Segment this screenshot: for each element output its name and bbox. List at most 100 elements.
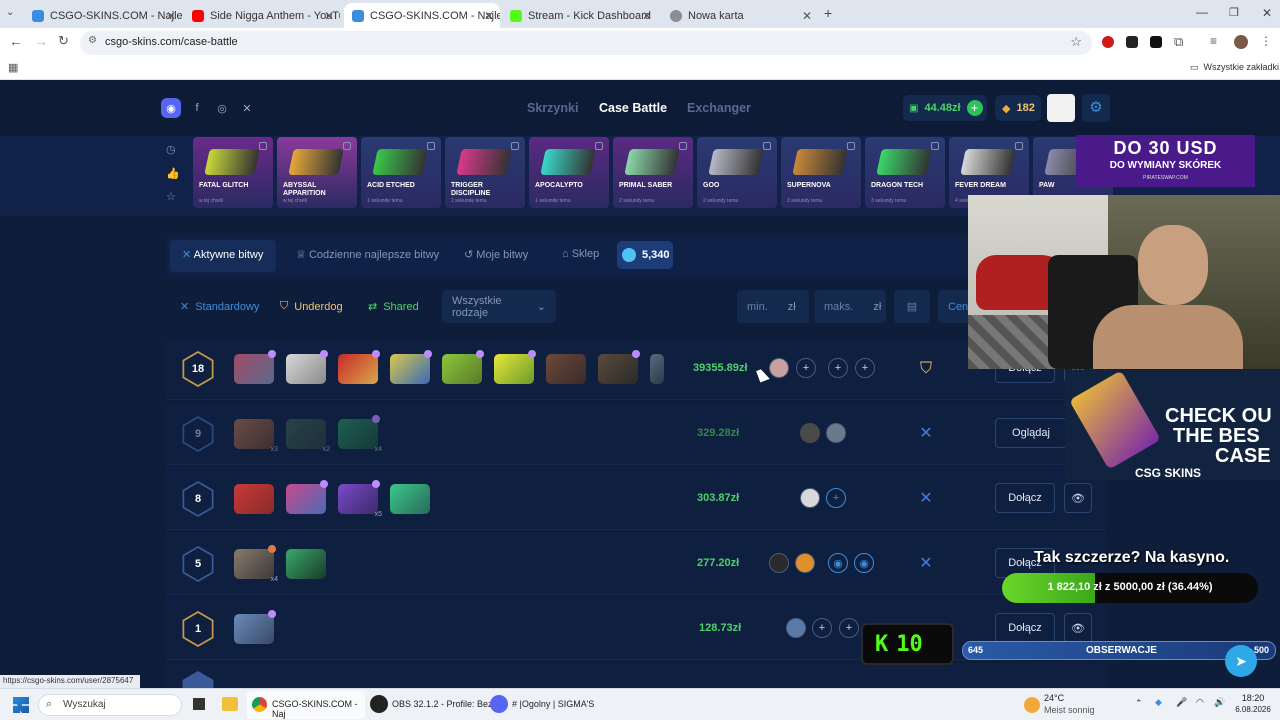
clock-date[interactable]: 6.08.2026 <box>1228 705 1278 714</box>
live-drop-card[interactable]: FATAL GLITCH w tej chwili <box>193 137 273 208</box>
join-slot-plus-icon[interactable]: + <box>839 618 859 638</box>
live-drop-card[interactable]: SUPERNOVA 3 sekundy temu <box>781 137 861 208</box>
deposit-plus-icon[interactable]: + <box>966 100 983 116</box>
clock-time[interactable]: 18:20 <box>1233 693 1273 703</box>
extensions-puzzle-icon[interactable]: ⧉ <box>1174 34 1183 50</box>
nav-exchanger[interactable]: Exchanger <box>687 101 751 115</box>
balance-box[interactable]: ▣ 44.48zł + <box>903 95 987 121</box>
browser-tab-4[interactable]: Stream - Kick Dashboard ✕ <box>502 3 658 28</box>
min-price-input[interactable]: min. zł <box>737 290 809 323</box>
live-drop-card[interactable]: TRIGGER DISCIPLINE 1 sekundę temu <box>445 137 525 208</box>
close-window-icon[interactable]: ✕ <box>1262 6 1272 20</box>
taskbar-search[interactable]: ⌕ Wyszukaj <box>38 694 182 716</box>
tray-app-icon[interactable]: ◆ <box>1155 697 1162 708</box>
nav-case-battle[interactable]: Case Battle <box>599 101 667 115</box>
star-icon[interactable]: ☆ <box>166 190 176 203</box>
live-drop-card[interactable]: ACID ETCHED 1 sekundę temu <box>361 137 441 208</box>
player-avatar[interactable] <box>795 553 815 573</box>
file-explorer-icon[interactable] <box>222 697 238 711</box>
filter-shared[interactable]: ⇄ Shared <box>358 290 429 323</box>
thumbs-up-icon[interactable]: 👍 <box>166 167 180 180</box>
browser-tab-1[interactable]: CSGO-SKINS.COM - Najlepsze ✕ <box>24 3 182 28</box>
join-button[interactable]: Dołącz <box>995 483 1055 513</box>
back-icon[interactable]: ← <box>9 33 23 49</box>
calendar-icon[interactable]: ▤ <box>894 290 930 323</box>
obs-icon[interactable] <box>370 695 388 713</box>
browser-tab-3-active[interactable]: CSGO-SKINS.COM - Najlepsze ✕ <box>344 3 500 28</box>
join-slot-plus-icon[interactable]: + <box>828 358 848 378</box>
bot-slot-icon[interactable]: ◉ <box>854 553 874 573</box>
live-drop-card[interactable]: DRAGON TECH 3 sekundy temu <box>865 137 945 208</box>
tray-chevron-icon[interactable]: ⌃ <box>1135 698 1143 709</box>
battle-row-3[interactable]: 8 x5 303.87zł + ✕ Dołącz 👁 <box>166 468 1106 530</box>
close-tab-icon[interactable]: ✕ <box>642 9 652 23</box>
join-slot-plus-icon[interactable]: + <box>796 358 816 378</box>
battle-row-1[interactable]: 18 39355.89zł + + + ⛉ Dołącz 👁 <box>166 338 1106 400</box>
maximize-icon[interactable]: ❐ <box>1229 6 1239 19</box>
join-slot-plus-icon[interactable]: + <box>826 488 846 508</box>
apps-grid-icon[interactable]: ▦ <box>8 61 18 74</box>
player-avatar[interactable] <box>769 553 789 573</box>
join-slot-plus-icon[interactable]: + <box>855 358 875 378</box>
instagram-icon[interactable]: ◎ <box>212 98 232 118</box>
battle-row-6-partial[interactable] <box>166 663 1106 688</box>
battle-row-2[interactable]: 9 x3 x2 x4 329.28zł ✕ Oglądaj <box>166 403 1106 465</box>
tab-shop[interactable]: ⌂ Sklep <box>562 248 599 260</box>
user-avatar[interactable] <box>1047 94 1075 122</box>
browser-tab-5[interactable]: Nowa karta ✕ <box>662 3 818 28</box>
extension-1-icon[interactable] <box>1102 36 1114 48</box>
live-drop-card[interactable]: PRIMAL SABER 2 sekundy temu <box>613 137 693 208</box>
watch-button[interactable]: Oglądaj <box>995 418 1067 448</box>
filter-standard[interactable]: ✕ Standardowy <box>170 290 269 323</box>
volume-icon[interactable]: 🔊 <box>1214 697 1225 708</box>
microphone-icon[interactable]: 🎤 <box>1176 697 1187 708</box>
discord-icon[interactable]: ◉ <box>161 98 181 118</box>
discord-taskbar-icon[interactable] <box>490 695 508 713</box>
battle-row-4[interactable]: 5 x4 277.20zł ◉ ◉ ✕ Dołącz <box>166 533 1106 595</box>
new-tab-icon[interactable]: + <box>824 5 832 21</box>
close-tab-icon[interactable]: ✕ <box>324 9 334 23</box>
type-select[interactable]: Wszystkie rodzaje ⌄ <box>442 290 556 323</box>
player-avatar[interactable] <box>800 423 820 443</box>
watch-eye-icon[interactable]: 👁 <box>1064 613 1092 643</box>
close-tab-icon[interactable]: ✕ <box>166 9 176 23</box>
player-avatar[interactable] <box>769 358 789 378</box>
windows-start-icon[interactable] <box>13 697 29 713</box>
settings-gear-icon[interactable]: ⚙ <box>1082 94 1110 122</box>
taskbar-discord-app[interactable]: # |Ogolny | SIGMA'S <box>512 699 594 709</box>
coins-box[interactable]: ◆ 182 <box>995 95 1041 121</box>
live-drop-card[interactable]: ABYSSAL APPARITION w tej chwili <box>277 137 357 208</box>
player-avatar[interactable] <box>800 488 820 508</box>
site-info-icon[interactable]: ⚙ <box>88 35 97 46</box>
taskbar-obs-app[interactable]: OBS 32.1.2 - Profile: Bez <box>392 699 493 709</box>
player-avatar[interactable] <box>786 618 806 638</box>
tab-search-icon[interactable]: ⌄ <box>6 7 14 18</box>
tab-my-battles[interactable]: ↺ Moje bitwy <box>464 248 528 261</box>
bot-slot-icon[interactable]: ◉ <box>828 553 848 573</box>
nav-cases[interactable]: Skrzynki <box>527 101 578 115</box>
extension-3-icon[interactable] <box>1150 36 1162 48</box>
wifi-icon[interactable]: ◠ <box>1196 697 1204 708</box>
browser-tab-2[interactable]: Side Nigga Anthem - YouTu ✕ <box>184 3 340 28</box>
minimize-icon[interactable]: — <box>1196 5 1208 19</box>
filter-underdog[interactable]: ⛉ Underdog <box>270 290 353 323</box>
browser-menu-icon[interactable]: ⋮ <box>1260 34 1272 48</box>
x-twitter-icon[interactable]: ✕ <box>237 98 257 118</box>
join-slot-plus-icon[interactable]: + <box>812 618 832 638</box>
close-tab-icon[interactable]: ✕ <box>802 9 812 23</box>
tab-daily-best[interactable]: ♕ Codzienne najlepsze bitwy <box>296 248 439 261</box>
reading-list-icon[interactable]: ≡ <box>1210 34 1217 48</box>
player-avatar[interactable] <box>826 423 846 443</box>
bookmark-star-icon[interactable]: ☆ <box>1070 34 1082 50</box>
task-view-icon[interactable] <box>193 698 205 710</box>
close-tab-icon[interactable]: ✕ <box>484 9 494 23</box>
all-bookmarks-button[interactable]: ▭ Wszystkie zakładki <box>1190 62 1279 73</box>
chat-bubble-icon[interactable]: ➤ <box>1225 645 1257 677</box>
taskbar-chrome-app[interactable]: CSGO-SKINS.COM - Naj <box>247 691 365 719</box>
max-price-input[interactable]: maks. zł <box>814 290 886 323</box>
extension-2-icon[interactable] <box>1126 36 1138 48</box>
tab-active-battles[interactable]: ✕ Aktywne bitwy <box>182 248 263 261</box>
join-button[interactable]: Dołącz <box>995 613 1055 643</box>
live-drop-card[interactable]: APOCALYPTO 1 sekundę temu <box>529 137 609 208</box>
profile-avatar[interactable] <box>1234 35 1248 49</box>
